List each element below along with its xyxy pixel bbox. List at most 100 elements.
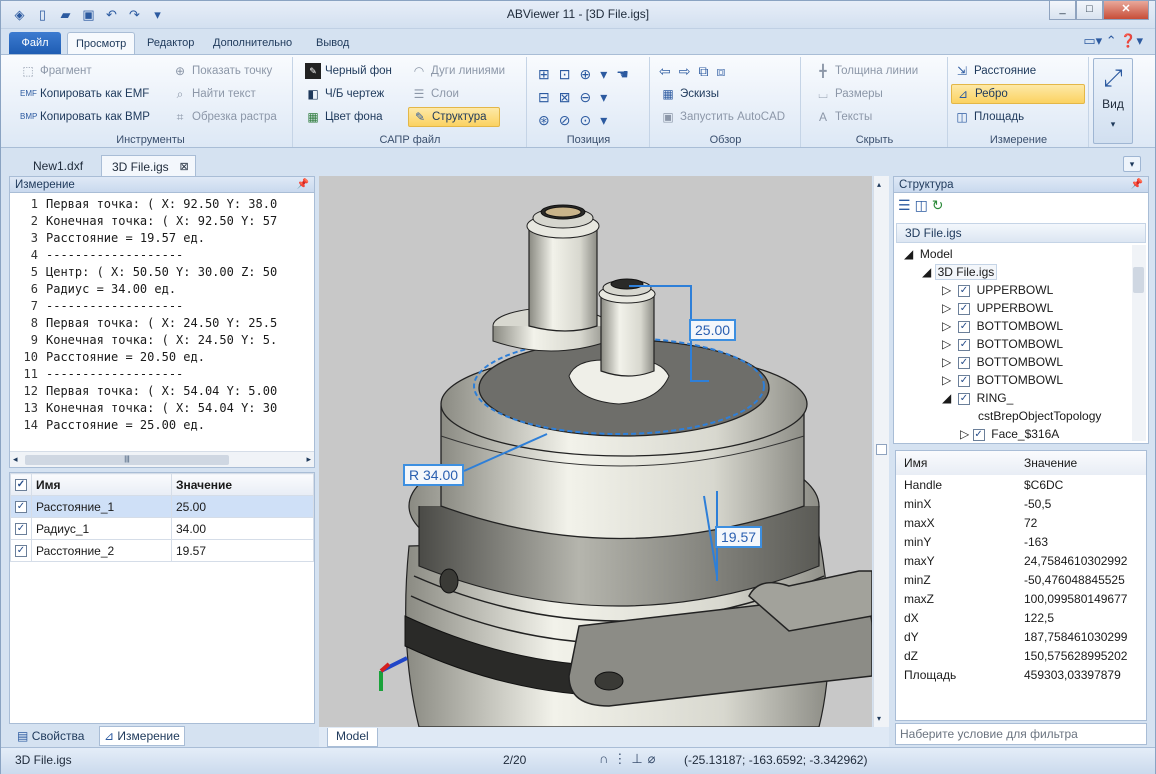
snap-tools[interactable]: ∩⋮⊥⌀	[599, 751, 661, 767]
tree-checkbox[interactable]: ✓	[957, 338, 970, 351]
tree-node[interactable]: cstBrepObjectTopology	[978, 407, 1101, 425]
measure-log[interactable]: 1 Первая точка: ( X: 92.50 Y: 38.0 2 Конечн…	[14, 196, 314, 449]
minimize-button[interactable]: _	[1049, 1, 1076, 20]
tree-node-file[interactable]: ◢ 3D File.igs	[922, 263, 998, 281]
show-point-button[interactable]: ⊕ Показать точку	[169, 61, 275, 81]
property-row[interactable]: minZ -50,476048845525	[896, 570, 1146, 589]
close-button[interactable]: ✕	[1103, 1, 1149, 20]
distance-button[interactable]: ⇲ Расстояние	[951, 61, 1039, 81]
tree-checkbox[interactable]: ✓	[957, 302, 970, 315]
property-row[interactable]: Handle $C6DC	[896, 475, 1146, 494]
tree-checkbox[interactable]: ✓	[957, 320, 970, 333]
structure-tree[interactable]: ◢ Model ◢ 3D File.igs ▷ ✓ UPPERBOWL ▷ ✓ …	[896, 245, 1132, 443]
tree-scrollbar[interactable]	[1132, 245, 1146, 441]
property-row[interactable]: dY 187,758461030299	[896, 627, 1146, 646]
model-viewport[interactable]: 25.00 R 34.00 19.57	[319, 176, 872, 727]
property-row[interactable]: maxZ 100,099580149677	[896, 589, 1146, 608]
table-row[interactable]: ✓ Расстояние_1 25.00	[10, 495, 314, 518]
pin-icon[interactable]: 📌	[1131, 177, 1143, 193]
tab-properties[interactable]: ▤ Свойства	[13, 727, 88, 745]
tab-list-button[interactable]: ▾	[1123, 156, 1141, 172]
row-checkbox[interactable]: ✓	[15, 501, 27, 514]
tree-node[interactable]: ▷ ✓ BOTTOMBOWL	[942, 317, 1063, 335]
black-bg-button[interactable]: ✎ Черный фон	[302, 61, 395, 81]
tree-node[interactable]: ▷ ✓ BOTTOMBOWL	[942, 353, 1063, 371]
collapse-icon[interactable]: ☰	[898, 197, 915, 213]
tree-checkbox[interactable]: ✓	[957, 356, 970, 369]
property-row[interactable]: maxX 72	[896, 513, 1146, 532]
layers-button[interactable]: ☰ Слои	[408, 84, 462, 104]
scroll-thumb[interactable]	[1133, 267, 1144, 293]
pin-icon[interactable]: 📌	[297, 177, 309, 193]
find-text-button[interactable]: ⌕ Найти текст	[169, 84, 259, 104]
launch-autocad-button[interactable]: ▣ Запустить AutoCAD	[657, 107, 788, 127]
structure-button[interactable]: ✎ Структура	[408, 107, 500, 127]
dimensions-button[interactable]: ⌴ Размеры	[812, 84, 886, 104]
tree-node[interactable]: ▷ ✓ UPPERBOWL	[942, 281, 1053, 299]
sketches-button[interactable]: ▦ Эскизы	[657, 84, 722, 104]
tab-editor[interactable]: Редактор	[139, 32, 202, 54]
bg-color-button[interactable]: ▦ Цвет фона	[302, 107, 386, 127]
scroll-down-icon[interactable]: ▾	[877, 714, 881, 723]
horizontal-scrollbar[interactable]: ◂ ||| ▸	[10, 451, 314, 467]
maximize-button[interactable]: □	[1076, 1, 1103, 20]
edge-button[interactable]: ⊿ Ребро	[951, 84, 1085, 104]
tree-node[interactable]: ▷ ✓ UPPERBOWL	[942, 299, 1053, 317]
col-name[interactable]: Имя	[896, 451, 1016, 475]
col-value[interactable]: Значение	[1016, 451, 1146, 475]
property-row[interactable]: minY -163	[896, 532, 1146, 551]
fragment-button[interactable]: ⬚ Фрагмент	[17, 61, 95, 81]
area-button[interactable]: ◫ Площадь	[951, 107, 1027, 127]
doc-tab-new1[interactable]: New1.dxf	[23, 155, 93, 177]
copy-bmp-button[interactable]: BMP Копировать как BMP	[17, 107, 153, 127]
doc-tab-3dfile[interactable]: 3D File.igs ⊠	[101, 155, 196, 177]
scroll-right-icon[interactable]: ▸	[306, 454, 311, 465]
tree-checkbox[interactable]: ✓	[957, 374, 970, 387]
tree-node-model[interactable]: ◢ Model	[904, 245, 953, 263]
property-row[interactable]: minX -50,5	[896, 494, 1146, 513]
tab-advanced[interactable]: Дополнительно	[205, 32, 300, 54]
property-row[interactable]: dZ 150,575628995202	[896, 646, 1146, 665]
tree-node[interactable]: ▷ ✓ BOTTOMBOWL	[942, 371, 1063, 389]
expand-icon[interactable]: ◫	[915, 197, 932, 213]
refresh-icon[interactable]: ↻	[932, 197, 948, 213]
tree-checkbox[interactable]: ✓	[957, 284, 970, 297]
position-tools[interactable]: ⊞⊡⊕▾☚ ⊟⊠⊖▾ ⊛⊘⊙▾	[538, 63, 638, 132]
arcs-as-lines-button[interactable]: ◠ Дуги линиями	[408, 61, 508, 81]
tab-measure[interactable]: ⊿ Измерение	[99, 726, 185, 746]
scroll-left-icon[interactable]: ◂	[13, 454, 18, 465]
tree-node[interactable]: ▷ ✓ BOTTOMBOWL	[942, 335, 1063, 353]
tree-checkbox[interactable]: ✓	[972, 428, 985, 441]
table-row[interactable]: ✓ Расстояние_2 19.57	[10, 539, 314, 562]
line-weight-button[interactable]: ╋ Толщина линии	[812, 61, 921, 81]
viewport-scrollbar[interactable]: ▴ ▾	[873, 176, 889, 727]
nav-arrows[interactable]: ⇦⇨⧉⧈	[659, 63, 733, 80]
property-row[interactable]: Площадь 459303,03397879	[896, 665, 1146, 684]
row-checkbox[interactable]: ✓	[15, 545, 27, 558]
bw-drawing-button[interactable]: ◧ Ч/Б чертеж	[302, 84, 387, 104]
table-row[interactable]: ✓ Радиус_1 34.00	[10, 517, 314, 540]
col-name[interactable]: Имя	[31, 473, 172, 496]
col-value[interactable]: Значение	[171, 473, 314, 496]
property-row[interactable]: dX 122,5	[896, 608, 1146, 627]
close-tab-icon[interactable]: ⊠	[179, 156, 188, 178]
scroll-up-icon[interactable]: ▴	[877, 180, 881, 189]
crop-raster-button[interactable]: ⌗ Обрезка растра	[169, 107, 280, 127]
tab-output[interactable]: Вывод	[308, 32, 357, 54]
tree-node[interactable]: ▷ ✓ Face_$316A	[960, 425, 1059, 443]
tab-model[interactable]: Model	[327, 728, 378, 747]
scroll-thumb[interactable]: |||	[25, 455, 229, 465]
view-button[interactable]: ⤢ Вид ▾	[1093, 58, 1133, 144]
tree-checkbox[interactable]: ✓	[957, 392, 970, 405]
help-icon[interactable]: ▭▾ ⌃ ❓▾	[1083, 33, 1143, 49]
tab-view[interactable]: Просмотр	[67, 32, 136, 54]
property-row[interactable]: maxY 24,7584610302992	[896, 551, 1146, 570]
tab-file[interactable]: Файл	[9, 32, 61, 54]
tree-node[interactable]: ◢ ✓ RING_	[942, 389, 1013, 407]
texts-button[interactable]: A Тексты	[812, 107, 875, 127]
row-checkbox[interactable]: ✓	[15, 523, 27, 536]
scroll-thumb[interactable]	[876, 444, 887, 455]
structure-file-tab[interactable]: 3D File.igs	[896, 223, 1146, 243]
copy-emf-button[interactable]: EMF Копировать как EMF	[17, 84, 152, 104]
select-all-checkbox[interactable]: ✓	[15, 479, 27, 492]
